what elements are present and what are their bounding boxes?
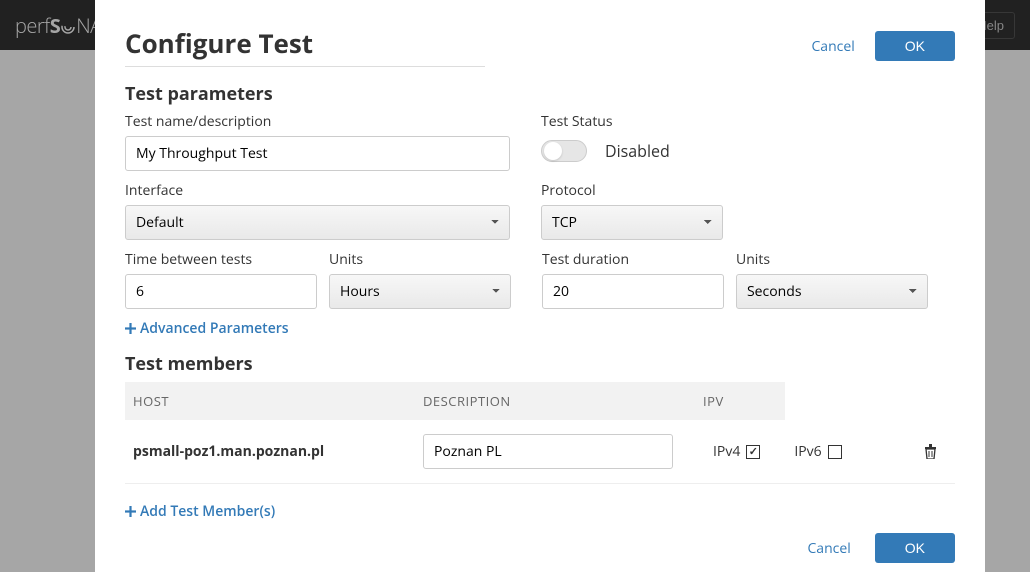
modal-top-actions: Cancel OK [811, 31, 955, 61]
test-members-heading: Test members [125, 352, 955, 376]
trash-icon [924, 444, 937, 459]
protocol-label: Protocol [541, 181, 723, 200]
col-description: DESCRIPTION [423, 392, 703, 410]
ipv6-checkbox[interactable] [828, 445, 842, 459]
duration-units-label: Units [736, 250, 928, 269]
modal-footer: Cancel OK [125, 521, 955, 572]
plus-icon [125, 323, 136, 334]
test-status-label: Test Status [541, 112, 841, 131]
ipv6-label: IPv6 [794, 442, 821, 461]
interval-units-label: Units [329, 250, 511, 269]
test-name-label: Test name/description [125, 112, 510, 131]
duration-label: Test duration [542, 250, 724, 269]
duration-units-select[interactable]: Seconds [736, 274, 928, 309]
interval-input[interactable] [125, 274, 317, 309]
test-parameters-heading: Test parameters [125, 82, 955, 106]
ok-button-top[interactable]: OK [875, 31, 955, 61]
table-row: psmall-poz1.man.poznan.pl IPv4 IPv6 [125, 420, 955, 484]
members-table-header: HOST DESCRIPTION IPV [125, 382, 785, 420]
modal-header: Configure Test Cancel OK [125, 25, 955, 67]
col-host: HOST [133, 392, 423, 410]
test-status-toggle[interactable] [541, 140, 587, 162]
ok-button-bottom[interactable]: OK [875, 533, 955, 563]
delete-member-button[interactable] [924, 444, 937, 459]
interval-label: Time between tests [125, 250, 317, 269]
cancel-link-bottom[interactable]: Cancel [807, 539, 850, 558]
ipv-group: IPv4 IPv6 [713, 442, 842, 461]
ipv4-label: IPv4 [713, 442, 740, 461]
ipv4-checkbox[interactable] [746, 445, 760, 459]
test-name-input[interactable] [125, 136, 510, 171]
member-description-input[interactable] [423, 434, 673, 469]
col-ipv: IPV [703, 392, 777, 410]
plus-icon [125, 506, 136, 517]
interface-select[interactable]: Default [125, 205, 510, 240]
duration-input[interactable] [542, 274, 724, 309]
add-test-member-link[interactable]: Add Test Member(s) [125, 502, 955, 521]
add-test-member-label: Add Test Member(s) [140, 502, 275, 521]
cancel-link-top[interactable]: Cancel [811, 37, 854, 56]
modal-title: Configure Test [125, 25, 313, 61]
interval-units-select[interactable]: Hours [329, 274, 511, 309]
configure-test-modal: Configure Test Cancel OK Test parameters… [95, 0, 985, 572]
advanced-parameters-label: Advanced Parameters [140, 319, 289, 338]
protocol-select[interactable]: TCP [541, 205, 723, 240]
member-host: psmall-poz1.man.poznan.pl [133, 442, 423, 461]
advanced-parameters-link[interactable]: Advanced Parameters [125, 319, 955, 338]
interface-label: Interface [125, 181, 510, 200]
test-status-value: Disabled [605, 140, 670, 162]
